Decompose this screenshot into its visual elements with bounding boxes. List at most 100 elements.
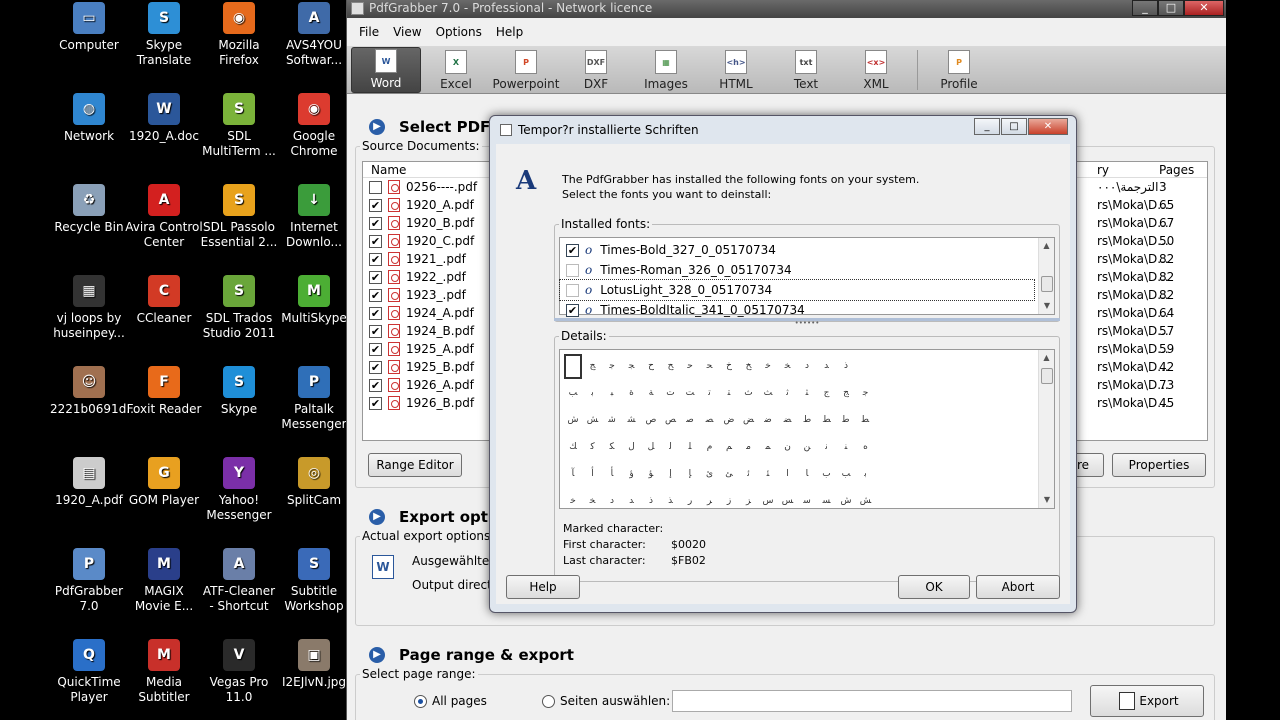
menu-help[interactable]: Help [496,25,523,39]
file-checkbox[interactable]: ✔ [369,360,382,374]
desktop-icon[interactable]: ◉ Mozilla Firefox [200,2,278,68]
glyph-cell[interactable]: ﺵ [837,489,855,508]
close-button[interactable]: ✕ [1184,0,1224,16]
glyph-cell[interactable]: ﺌ [759,462,777,487]
dialog-maximize-button[interactable]: □ [1001,118,1027,135]
menu-file[interactable]: File [359,25,379,39]
glyph-cell[interactable]: ﺱ [759,489,777,508]
abort-button[interactable]: Abort [976,575,1060,599]
glyph-cell[interactable]: ﺄ [603,462,621,487]
glyph-cell[interactable]: ﺞ [837,381,855,406]
font-list-item[interactable]: ✔ o Times-BoldItalic_341_0_05170734 [560,300,1054,320]
glyph-cell[interactable]: ﺊ [720,462,738,487]
glyph-cell[interactable]: ﻃ [837,408,855,433]
glyph-scrollbar[interactable]: ▲ ▼ [1038,350,1054,508]
desktop-icon[interactable]: ▣ I2EJlvN.jpg [275,639,353,690]
desktop-icon[interactable]: M MAGIX Movie E... [125,548,203,614]
toolbar-word-button[interactable]: W Word [351,47,421,93]
glyph-cell[interactable]: ﺕ [662,381,680,406]
glyph-cell[interactable]: ﺐ [564,381,582,406]
file-checkbox[interactable]: ✔ [369,396,382,410]
glyph-cell[interactable]: ﻤ [759,435,777,460]
help-button[interactable]: Help [506,575,580,599]
desktop-icon[interactable]: ◉ Google Chrome [275,93,353,159]
desktop-icon[interactable]: S Skype [200,366,278,417]
desktop-icon[interactable]: ◎ SplitCam [275,457,353,508]
glyph-cell[interactable]: ﺵ [564,408,582,433]
glyph-cell[interactable]: ﻝ [623,435,641,460]
page-range-input[interactable] [672,690,1072,712]
desktop-icon[interactable]: M Media Subtitler [125,639,203,705]
glyph-cell[interactable]: ﺸ [623,408,641,433]
glyph-cell[interactable]: ﻣ [740,435,758,460]
file-checkbox[interactable]: ✔ [369,270,382,284]
toolbar-images-button[interactable]: ▦ Images [631,47,701,93]
glyph-cell[interactable]: ﺎ [798,462,816,487]
file-checkbox[interactable]: ✔ [369,324,382,338]
desktop-icon[interactable]: S Skype Translate [125,2,203,68]
glyph-cell[interactable]: ﻀ [779,408,797,433]
glyph-cell[interactable]: ﺶ [857,489,875,508]
desktop-icon[interactable]: V Vegas Pro 11.0 [200,639,278,705]
glyph-cell[interactable]: ﻟ [662,435,680,460]
glyph-cell[interactable]: ﺔ [642,381,660,406]
menu-view[interactable]: View [393,25,421,39]
glyph-cell[interactable]: ﺻ [681,408,699,433]
col-name[interactable]: Name [371,163,406,177]
properties-button[interactable]: Properties [1112,453,1206,477]
desktop-icon[interactable]: ♻ Recycle Bin [50,184,128,235]
font-checkbox[interactable]: ✔ [566,243,579,257]
glyph-cell[interactable]: ﺇ [662,462,680,487]
range-editor-button[interactable]: Range Editor [368,453,462,477]
desktop-icon[interactable]: Y Yahoo! Messenger [200,457,278,523]
desktop-icon[interactable]: C CCleaner [125,275,203,326]
glyph-cell[interactable]: ﺜ [798,381,816,406]
glyph-cell[interactable]: ﺳ [798,489,816,508]
glyph-cell[interactable]: ﺛ [779,381,797,406]
glyph-cell[interactable]: ﺡ [642,354,660,379]
font-checkbox[interactable] [566,283,579,297]
font-list-item[interactable]: ✔ o Times-Bold_327_0_05170734 [560,240,1054,260]
glyph-cell[interactable]: ﺟ [857,381,875,406]
glyph-cell[interactable]: ﻂ [818,408,836,433]
glyph-cell[interactable]: ﻛ [584,435,602,460]
glyph-cell[interactable]: ﻄ [857,408,875,433]
glyph-cell[interactable]: ﺽ [720,408,738,433]
file-checkbox[interactable]: ✔ [369,216,382,230]
seiten-auswahlen-radio[interactable] [542,695,555,708]
glyph-cell[interactable]: ﺚ [759,381,777,406]
glyph-cell[interactable]: ﺘ [720,381,738,406]
desktop-icon[interactable]: P Paltalk Messenger [275,366,353,432]
glyph-cell[interactable]: ﺅ [623,462,641,487]
glyph-cell[interactable]: ﻨ [837,435,855,460]
ok-button[interactable]: OK [898,575,970,599]
col-pages[interactable]: Pages [1159,162,1194,178]
file-checkbox[interactable]: ✔ [369,378,382,392]
glyph-cell[interactable]: ﻦ [798,435,816,460]
glyph-cell[interactable]: ﻞ [642,435,660,460]
glyph-cell[interactable]: ﻡ [701,435,719,460]
glyph-cell[interactable]: ﻚ [564,435,582,460]
glyph-cell[interactable]: ﺮ [701,489,719,508]
glyph-cell[interactable]: ﺷ [603,408,621,433]
file-checkbox[interactable]: ✔ [369,306,382,320]
glyph-cell[interactable]: ﺂ [564,462,582,487]
file-checkbox[interactable] [369,180,382,194]
scroll-down-icon[interactable]: ▼ [1039,492,1054,508]
glyph-cell[interactable]: ﺧ [564,489,582,508]
glyph-cell[interactable]: ﺐ [837,462,855,487]
glyph-cell[interactable]: ﺖ [681,381,699,406]
glyph-cell[interactable]: ﺢ [662,354,680,379]
glyph-cell[interactable]: ﻁ [798,408,816,433]
font-checkbox[interactable]: ✔ [566,303,579,317]
dialog-titlebar[interactable]: Tempor?r installierte Schriften _ □ ✕ [490,116,1076,144]
glyph-cell[interactable]: ﺦ [740,354,758,379]
glyph-cell[interactable]: ﺾ [740,408,758,433]
glyph-cell[interactable]: ﺪ [818,354,836,379]
desktop-icon[interactable]: W 1920_A.doc [125,93,203,144]
glyph-cell[interactable]: ﺩ [798,354,816,379]
glyph-cell[interactable]: ﺏ [818,462,836,487]
glyph-cell[interactable]: ﺺ [662,408,680,433]
glyph-cell[interactable]: ﻥ [779,435,797,460]
desktop-icon[interactable]: M MultiSkype [275,275,353,326]
